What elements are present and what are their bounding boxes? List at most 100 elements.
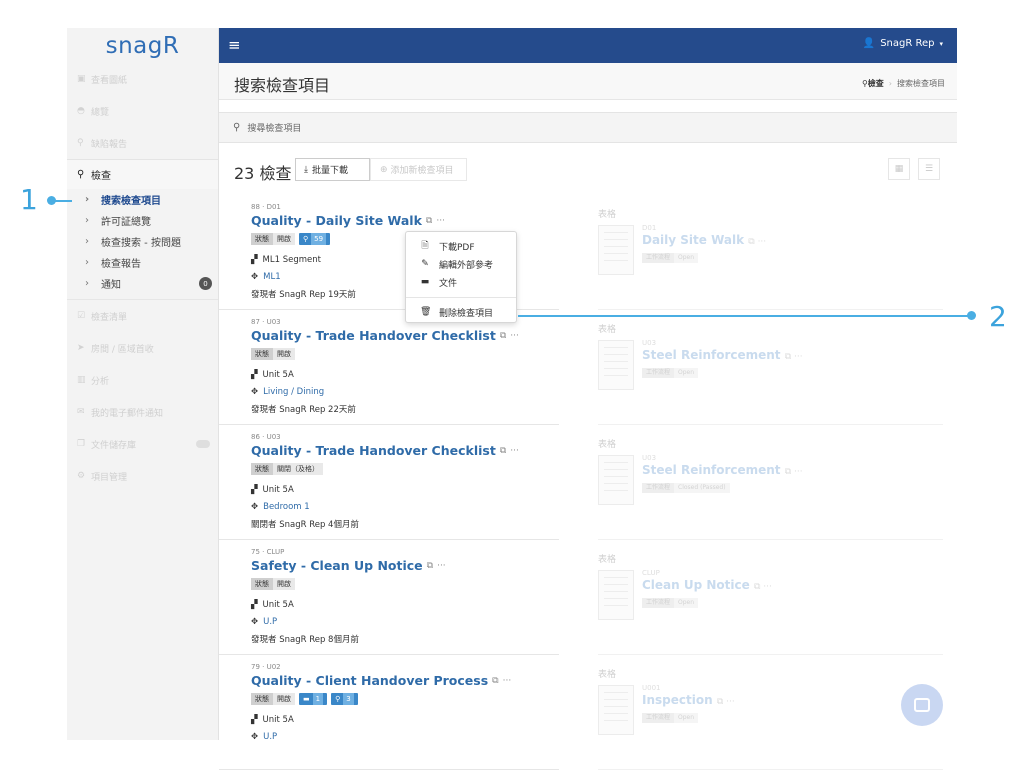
status-badge: 狀態 開啟 <box>251 693 295 705</box>
inspection-ref: 75 · CLUP <box>251 548 285 556</box>
form-card: 表格 CLUP Clean Up Notice ⧉ ··· 工作流程 Open <box>598 540 943 655</box>
sidebar-item-label: 我的電子郵件通知 <box>91 408 164 419</box>
form-ref: CLUP <box>642 569 660 577</box>
sidebar-item-analytics[interactable]: ▥ 分析 <box>67 364 218 396</box>
inspection-area-link[interactable]: Living / Dining <box>263 387 324 397</box>
sidebar-item-checklists[interactable]: ☑ 檢查清單 <box>67 300 218 332</box>
more-options-icon[interactable]: ··· <box>503 676 512 686</box>
inspection-row[interactable]: 87 · U03 Quality - Trade Handover Checkl… <box>219 310 559 425</box>
more-options-icon[interactable]: ··· <box>510 331 519 341</box>
page-header: 搜索檢查項目 ⚲檢查 › 搜索檢查項目 <box>219 63 957 100</box>
sidebar-item-overview[interactable]: ◓ 總覽 <box>67 95 218 127</box>
menu-item-download-pdf[interactable]: 🗎 下載PDF <box>406 237 516 255</box>
hamburger-menu-icon[interactable]: ≡ <box>228 38 241 53</box>
menu-item-documents[interactable]: ▬ 文件 <box>406 273 516 291</box>
menu-divider <box>406 297 516 298</box>
pin-icon: ⚲ <box>77 138 84 148</box>
more-options-icon[interactable]: ··· <box>436 216 445 226</box>
inspection-title-link[interactable]: Safety - Clean Up Notice <box>251 558 423 573</box>
sidebar-subitem-label: 許可証總覽 <box>101 217 151 228</box>
external-link-icon[interactable]: ⧉ <box>427 561 433 571</box>
external-link-icon[interactable]: ⧉ <box>500 331 506 341</box>
grid-view-button[interactable]: ▦ <box>888 158 910 180</box>
breadcrumb-root-link[interactable]: 檢查 <box>868 79 884 88</box>
user-menu[interactable]: 👤 SnagR Rep ▾ <box>863 38 943 49</box>
external-link-icon[interactable]: ⧉ <box>500 446 506 456</box>
sidebar-subitem-permits[interactable]: › 許可証總覽 <box>67 210 218 231</box>
sidebar-item-project-admin[interactable]: ⚙ 項目管理 <box>67 460 218 492</box>
sidebar: snagR ▣ 查看圖紙 ◓ 總覽 ⚲ 缺陷報告 ⚲ 檢查 › 搜索檢查項目 › 許可証總覽… <box>67 28 219 740</box>
inspection-title-link[interactable]: Quality - Daily Site Walk <box>251 213 422 228</box>
pin-count-badge: ⚲ 59 <box>299 233 331 245</box>
inspection-area-link[interactable]: ML1 <box>263 272 280 282</box>
form-ref: U03 <box>642 454 657 462</box>
form-label: 表格 <box>598 440 617 450</box>
sidebar-item-room-acceptance[interactable]: ➤ 房間 / 區域首收 <box>67 332 218 364</box>
status-badge: 狀態 開啟 <box>251 348 295 360</box>
more-options-icon[interactable]: ··· <box>437 561 446 571</box>
sidebar-item-label: 分析 <box>91 376 110 387</box>
callout-line-1 <box>50 200 72 202</box>
grid-view-icon: ▦ <box>894 164 904 174</box>
menu-item-delete-inspection[interactable]: 🗑 刪除檢查項目 <box>406 303 516 321</box>
sidebar-subitem-label: 檢查報告 <box>101 259 141 270</box>
external-link-icon[interactable]: ⧉ <box>492 676 498 686</box>
sidebar-item-email-notifications[interactable]: ✉ 我的電子郵件通知 <box>67 396 218 428</box>
sidebar-subitem-reports[interactable]: › 檢查報告 <box>67 252 218 273</box>
form-card: 表格 D01 Daily Site Walk ⧉ ··· 工作流程 Open <box>598 195 943 310</box>
sidebar-subitem-search-by-issue[interactable]: › 檢查搜索 - 按問題 <box>67 231 218 252</box>
sidebar-item-defects[interactable]: ⚲ 缺陷報告 <box>67 127 218 159</box>
inspection-ref: 79 · U02 <box>251 663 281 671</box>
workflow-badge: 工作流程 Open <box>642 598 699 608</box>
sidebar-subitem-search-inspections[interactable]: › 搜索檢查項目 <box>67 189 218 210</box>
chevron-right-icon: › <box>85 194 90 205</box>
inspection-area-link[interactable]: U.P <box>263 617 277 627</box>
more-options-icon[interactable]: ··· <box>510 446 519 456</box>
inspection-location: Unit 5A <box>262 484 294 495</box>
top-navbar: ≡ 👤 SnagR Rep ▾ <box>219 28 957 63</box>
folder-count-badge: ▬ 1 <box>299 693 328 705</box>
sidebar-subitem-label: 檢查搜索 - 按問題 <box>101 238 181 249</box>
search-bar[interactable]: ⚲ 搜尋檢查項目 <box>219 112 957 143</box>
bulk-download-button[interactable]: ⤓ 批量下載 <box>295 158 370 181</box>
external-link-icon: ⧉ ··· <box>784 352 803 362</box>
inspection-title-link[interactable]: Quality - Trade Handover Checklist <box>251 328 496 343</box>
map-icon: ▞ <box>251 369 258 380</box>
sidebar-item-document-repository[interactable]: ❐ 文件儲存庫 <box>67 428 218 460</box>
inspection-row[interactable]: 86 · U03 Quality - Trade Handover Checkl… <box>219 425 559 540</box>
external-link-icon: ⧉ ··· <box>753 582 772 592</box>
dashboard-icon: ◓ <box>77 106 85 116</box>
sidebar-item-drawings[interactable]: ▣ 查看圖紙 <box>67 63 218 95</box>
list-toolbar: 23 檢查 ⤓ 批量下載 ⊕ 添加新檢查項目 ▦ ☰ <box>234 158 942 183</box>
inspection-row[interactable]: 75 · CLUP Safety - Clean Up Notice ⧉ ··· 狀… <box>219 540 559 655</box>
form-card: 表格 U03 Steel Reinforcement ⧉ ··· 工作流程 Clo… <box>598 425 943 540</box>
menu-item-edit-external-ref[interactable]: ✎ 編輯外部參考 <box>406 255 516 273</box>
inspection-title-link[interactable]: Quality - Client Handover Process <box>251 673 488 688</box>
inspection-title-link[interactable]: Quality - Trade Handover Checklist <box>251 443 496 458</box>
map-icon: ▞ <box>251 484 258 495</box>
sidebar-item-label: 檢查清單 <box>91 312 128 323</box>
external-link-icon[interactable]: ⧉ <box>426 216 432 226</box>
form-title: Steel Reinforcement <box>642 348 781 362</box>
form-label: 表格 <box>598 555 617 565</box>
form-ref: D01 <box>642 224 657 232</box>
workflow-badge: 工作流程 Open <box>642 253 699 263</box>
external-link-icon: ⧉ ··· <box>784 467 803 477</box>
sidebar-item-label: 項目管理 <box>91 472 128 483</box>
search-input[interactable]: 搜尋檢查項目 <box>247 121 301 134</box>
add-inspection-button[interactable]: ⊕ 添加新檢查項目 <box>370 158 467 181</box>
inspection-area-link[interactable]: Bedroom 1 <box>263 502 310 512</box>
checklist-icon: ☑ <box>77 311 86 321</box>
app-logo[interactable]: snagR <box>67 28 218 63</box>
mail-icon: ✉ <box>77 407 85 417</box>
list-view-button[interactable]: ☰ <box>918 158 940 180</box>
sidebar-subitem-notifications[interactable]: › 通知 0 <box>67 273 218 294</box>
chat-launcher-button[interactable] <box>901 684 943 726</box>
form-card: 表格 U001 Inspection ⧉ ··· 工作流程 Open <box>598 655 943 770</box>
inspection-location: Unit 5A <box>262 714 294 725</box>
inspection-row[interactable]: 79 · U02 Quality - Client Handover Proce… <box>219 655 559 770</box>
inspection-count: 23 檢查 <box>234 164 292 183</box>
inspection-area-link[interactable]: U.P <box>263 732 277 742</box>
form-card: 表格 U03 Steel Reinforcement ⧉ ··· 工作流程 Ope… <box>598 310 943 425</box>
sidebar-section-inspections[interactable]: ⚲ 檢查 <box>67 159 218 189</box>
